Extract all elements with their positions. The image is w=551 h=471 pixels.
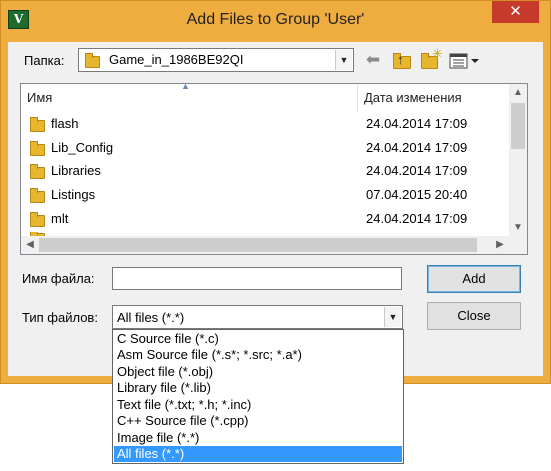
dropdown-option[interactable]: Text file (*.txt; *.h; *.inc): [114, 397, 402, 413]
file-name: mlt: [51, 211, 69, 226]
file-date: 07.04.2015 20:40: [366, 187, 468, 202]
view-menu-icon[interactable]: [449, 52, 481, 70]
folder-icon: [30, 188, 45, 203]
folder-icon: [30, 164, 45, 179]
lookin-label: Папка:: [24, 53, 65, 68]
folder-icon: [30, 117, 45, 132]
list-item[interactable]: Lib_Config 24.04.2014 17:09: [21, 137, 509, 161]
file-name: flash: [51, 116, 79, 131]
folder-icon: [85, 53, 100, 68]
sort-ascending-icon: ▲: [181, 81, 190, 91]
scroll-left-icon[interactable]: ◀: [21, 236, 39, 254]
file-name: Listings: [51, 187, 96, 202]
dropdown-option[interactable]: Asm Source file (*.s*; *.src; *.a*): [114, 347, 402, 363]
dropdown-option[interactable]: Library file (*.lib): [114, 380, 402, 396]
filename-label: Имя файла:: [22, 271, 95, 286]
filetype-dropdown[interactable]: C Source file (*.c) Asm Source file (*.s…: [112, 329, 404, 464]
back-arrow-icon[interactable]: ⬅: [362, 49, 384, 71]
column-header-date-label: Дата изменения: [364, 90, 462, 105]
folder-icon: [30, 212, 45, 227]
file-name: Lib_Config: [51, 140, 114, 155]
scroll-down-icon[interactable]: ▼: [509, 219, 527, 237]
filename-input[interactable]: [112, 267, 402, 290]
list-item[interactable]: flash 24.04.2014 17:09: [21, 113, 509, 137]
close-button[interactable]: Close: [427, 302, 521, 330]
list-item[interactable]: mlt 24.04.2014 17:09: [21, 208, 509, 232]
dropdown-option[interactable]: Image file (*.*): [114, 430, 402, 446]
file-date: 24.04.2014 17:09: [366, 211, 468, 226]
new-folder-icon[interactable]: ✳: [419, 46, 443, 70]
add-button[interactable]: Add: [427, 265, 521, 293]
horizontal-scrollbar[interactable]: ◀ ▶: [21, 236, 509, 254]
column-header-date[interactable]: Дата изменения: [358, 84, 509, 112]
dropdown-option[interactable]: C Source file (*.c): [114, 331, 402, 347]
folder-icon: [30, 141, 45, 156]
file-list[interactable]: Имя ▲ Дата изменения flash 24.04.2014 17…: [20, 81, 528, 255]
up-folder-icon[interactable]: ↑: [391, 50, 413, 70]
column-header-name-label: Имя: [27, 90, 53, 105]
chevron-down-icon[interactable]: ▼: [384, 307, 401, 327]
scroll-up-icon[interactable]: ▲: [509, 84, 527, 102]
dropdown-option[interactable]: C++ Source file (*.cpp): [114, 413, 402, 429]
scrollbar-corner: [509, 236, 527, 254]
window-title: Add Files to Group 'User': [186, 11, 365, 28]
vertical-scrollbar[interactable]: ▲ ▼: [509, 84, 527, 237]
file-date: 24.04.2014 17:09: [366, 163, 468, 178]
list-item[interactable]: Listings 07.04.2015 20:40: [21, 184, 509, 208]
file-name: Libraries: [51, 163, 101, 178]
title-bar[interactable]: V Add Files to Group 'User' ✕: [0, 0, 551, 42]
filetype-combo[interactable]: All files (*.*) ▼: [112, 305, 403, 329]
file-date: 24.04.2014 17:09: [366, 140, 468, 155]
list-item[interactable]: Libraries 24.04.2014 17:09: [21, 160, 509, 184]
horizontal-scroll-thumb[interactable]: [39, 238, 477, 252]
dropdown-option[interactable]: Object file (*.obj): [114, 364, 402, 380]
lookin-value: Game_in_1986BE92QI: [109, 52, 244, 67]
file-date: 24.04.2014 17:09: [366, 116, 468, 131]
vertical-scroll-thumb[interactable]: [511, 103, 525, 149]
lookin-combo[interactable]: Game_in_1986BE92QI ▼: [78, 48, 354, 72]
dropdown-option-selected[interactable]: All files (*.*): [114, 446, 402, 462]
close-window-button[interactable]: ✕: [492, 1, 539, 23]
filetype-value: All files (*.*): [117, 310, 185, 325]
chevron-down-icon[interactable]: ▼: [335, 50, 352, 70]
scroll-right-icon[interactable]: ▶: [491, 236, 509, 254]
filetype-label: Тип файлов:: [22, 310, 98, 325]
